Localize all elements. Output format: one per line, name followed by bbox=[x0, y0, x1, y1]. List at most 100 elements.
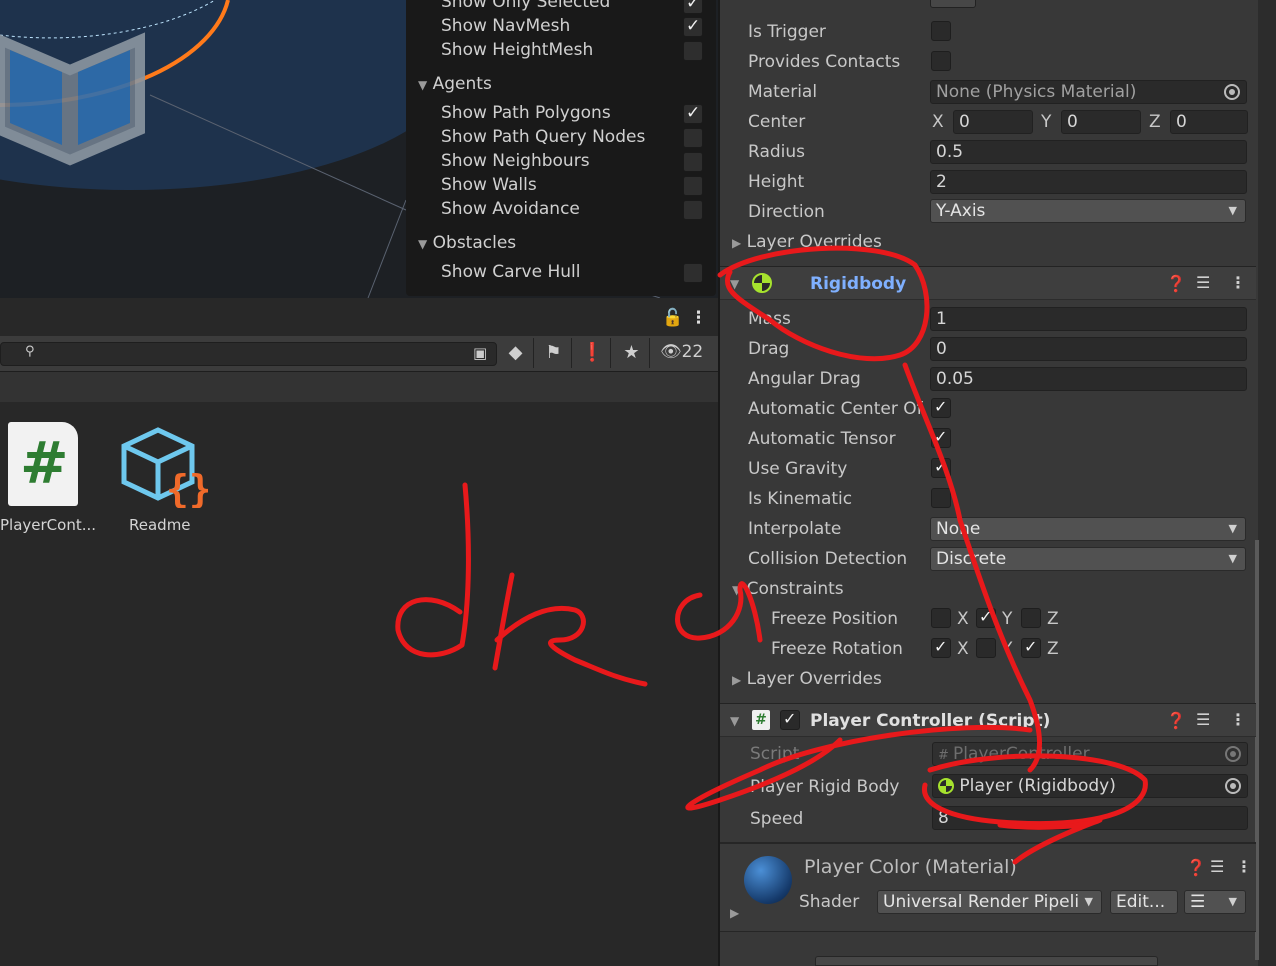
freeze-position-x-checkbox[interactable] bbox=[931, 608, 951, 628]
svg-text:{}: {} bbox=[166, 467, 208, 508]
show-navmesh-checkbox[interactable] bbox=[683, 16, 703, 37]
component-title: Rigidbody bbox=[810, 274, 907, 294]
use-gravity-label: Use Gravity bbox=[748, 459, 848, 479]
show-carve-hull-checkbox[interactable] bbox=[683, 263, 703, 283]
center-y-field[interactable]: 0 bbox=[1061, 110, 1141, 134]
constraints-label: Constraints bbox=[746, 579, 844, 599]
shader-dropdown[interactable]: Universal Render Pipeli ▼ bbox=[877, 890, 1102, 914]
kebab-menu-icon[interactable]: ⋮ bbox=[1230, 710, 1246, 729]
log-types-icon[interactable]: ❗ bbox=[575, 338, 611, 368]
foldout-arrow-icon: ▼ bbox=[730, 277, 740, 291]
inspector-scrollbar[interactable] bbox=[1258, 0, 1276, 966]
favorites-star-icon[interactable]: ★ bbox=[614, 338, 650, 368]
is-trigger-checkbox[interactable] bbox=[931, 21, 951, 41]
layer-overrides-foldout[interactable]: ▶ Layer Overrides bbox=[732, 232, 882, 252]
edit-collider-button[interactable] bbox=[930, 0, 976, 8]
shader-label: Shader bbox=[799, 892, 860, 912]
component-title: Player Controller (Script) bbox=[810, 711, 1051, 731]
collision-detection-dropdown[interactable]: Discrete ▼ bbox=[930, 547, 1246, 571]
foldout-arrow-icon: ▶ bbox=[732, 673, 742, 687]
foldout-arrow-icon: ▼ bbox=[418, 237, 428, 251]
layer-overrides-label: Layer Overrides bbox=[746, 232, 882, 252]
auto-tensor-checkbox[interactable] bbox=[931, 427, 951, 448]
constraints-foldout[interactable]: ▼ Constraints bbox=[732, 579, 844, 599]
nav-row-label: Show Neighbours bbox=[441, 151, 590, 171]
asset-tile[interactable]: # PlayerCont... bbox=[0, 420, 100, 540]
search-input[interactable]: ⚲ ▣ bbox=[0, 342, 497, 366]
foldout-arrow-icon: ▼ bbox=[732, 583, 742, 597]
scene-view[interactable]: Show Only Selected Show NavMesh Show Hei… bbox=[0, 0, 718, 298]
is-kinematic-checkbox[interactable] bbox=[931, 488, 951, 508]
help-icon[interactable]: ❓ bbox=[1186, 858, 1206, 877]
material-value: None (Physics Material) bbox=[936, 82, 1137, 102]
show-neighbours-checkbox[interactable] bbox=[683, 152, 703, 172]
freeze-position-y-checkbox[interactable] bbox=[976, 607, 996, 628]
center-x-field[interactable]: 0 bbox=[953, 110, 1033, 134]
freeze-rotation-y-checkbox[interactable] bbox=[976, 638, 996, 658]
collision-detection-value: Discrete bbox=[936, 549, 1007, 569]
rigidbody-component-header[interactable]: ▼ Rigidbody ❓ ☰ ⋮ bbox=[720, 266, 1256, 300]
axis-z-label: Z bbox=[1047, 639, 1059, 659]
interpolate-dropdown[interactable]: None ▼ bbox=[930, 517, 1246, 541]
asset-name: PlayerCont... bbox=[0, 516, 97, 534]
kebab-menu-icon[interactable]: ⋮ bbox=[1230, 273, 1246, 292]
foldout-arrow-icon: ▼ bbox=[418, 78, 428, 92]
help-icon[interactable]: ❓ bbox=[1166, 274, 1186, 293]
center-x-label: X bbox=[932, 112, 944, 132]
filter-by-label-icon[interactable]: ⚑ bbox=[536, 338, 572, 368]
material-object-field[interactable]: None (Physics Material) bbox=[930, 80, 1247, 104]
edit-shader-button[interactable]: Edit... bbox=[1110, 890, 1178, 914]
radius-label: Radius bbox=[748, 142, 806, 162]
presets-icon[interactable]: ☰ bbox=[1196, 273, 1210, 292]
player-rigid-body-field[interactable]: Player (Rigidbody) bbox=[932, 774, 1248, 798]
presets-icon[interactable]: ☰ bbox=[1210, 857, 1224, 876]
csharp-script-icon: # bbox=[752, 710, 770, 730]
component-enabled-checkbox[interactable] bbox=[780, 709, 800, 730]
add-component-button[interactable] bbox=[815, 956, 1158, 966]
show-path-polygons-checkbox[interactable] bbox=[683, 103, 703, 124]
mass-field[interactable]: 1 bbox=[930, 307, 1247, 331]
nav-row-label: Show Path Polygons bbox=[441, 103, 611, 123]
foldout-arrow-icon: ▼ bbox=[730, 714, 740, 728]
provides-contacts-checkbox[interactable] bbox=[931, 51, 951, 71]
drag-field[interactable]: 0 bbox=[930, 337, 1247, 361]
direction-dropdown[interactable]: Y-Axis ▼ bbox=[930, 199, 1246, 223]
kebab-menu-icon[interactable]: ⋮ bbox=[690, 308, 707, 328]
script-value: PlayerController bbox=[953, 744, 1090, 764]
radius-field[interactable]: 0.5 bbox=[930, 140, 1247, 164]
auto-center-checkbox[interactable] bbox=[931, 397, 951, 418]
show-path-query-nodes-checkbox[interactable] bbox=[683, 128, 703, 148]
agents-section-header[interactable]: ▼ Agents bbox=[418, 74, 492, 94]
shader-value: Universal Render Pipeli bbox=[883, 892, 1080, 912]
freeze-position-z-checkbox[interactable] bbox=[1021, 608, 1041, 628]
center-z-field[interactable]: 0 bbox=[1170, 110, 1248, 134]
nav-row-label: Show HeightMesh bbox=[441, 40, 594, 60]
foldout-arrow-icon[interactable]: ▶ bbox=[730, 906, 739, 920]
freeze-rotation-x-checkbox[interactable] bbox=[931, 637, 951, 658]
use-gravity-checkbox[interactable] bbox=[931, 457, 951, 478]
rb-layer-overrides-foldout[interactable]: ▶ Layer Overrides bbox=[732, 669, 882, 689]
show-walls-checkbox[interactable] bbox=[683, 176, 703, 196]
material-options-dropdown[interactable]: ☰ ▼ bbox=[1184, 890, 1246, 914]
show-only-selected-checkbox[interactable] bbox=[683, 0, 703, 14]
speed-field[interactable]: 8 bbox=[932, 806, 1248, 830]
script-object-field: # PlayerController bbox=[932, 742, 1248, 766]
obstacles-section-header[interactable]: ▼ Obstacles bbox=[418, 233, 516, 253]
asset-tile[interactable]: {} Readme bbox=[112, 420, 212, 540]
kebab-menu-icon[interactable]: ⋮ bbox=[1236, 857, 1252, 876]
freeze-rotation-z-checkbox[interactable] bbox=[1021, 637, 1041, 658]
help-icon[interactable]: ❓ bbox=[1166, 711, 1186, 730]
object-picker-icon[interactable] bbox=[1224, 84, 1240, 100]
angular-drag-field[interactable]: 0.05 bbox=[930, 367, 1247, 391]
search-by-type-icon[interactable]: ▣ bbox=[473, 344, 487, 362]
object-picker-icon[interactable] bbox=[1225, 778, 1241, 794]
hidden-packages-toggle[interactable]: 👁22 bbox=[660, 342, 703, 362]
show-heightmesh-checkbox[interactable] bbox=[683, 41, 703, 61]
nav-row-label: Show Only Selected bbox=[441, 0, 611, 12]
lock-icon[interactable]: 🔓 bbox=[662, 308, 683, 328]
height-field[interactable]: 2 bbox=[930, 170, 1247, 194]
presets-icon[interactable]: ☰ bbox=[1196, 710, 1210, 729]
player-controller-component-header[interactable]: ▼ # Player Controller (Script) ❓ ☰ ⋮ bbox=[720, 703, 1256, 737]
show-avoidance-checkbox[interactable] bbox=[683, 200, 703, 220]
filter-by-type-icon[interactable]: ◆ bbox=[498, 338, 534, 368]
